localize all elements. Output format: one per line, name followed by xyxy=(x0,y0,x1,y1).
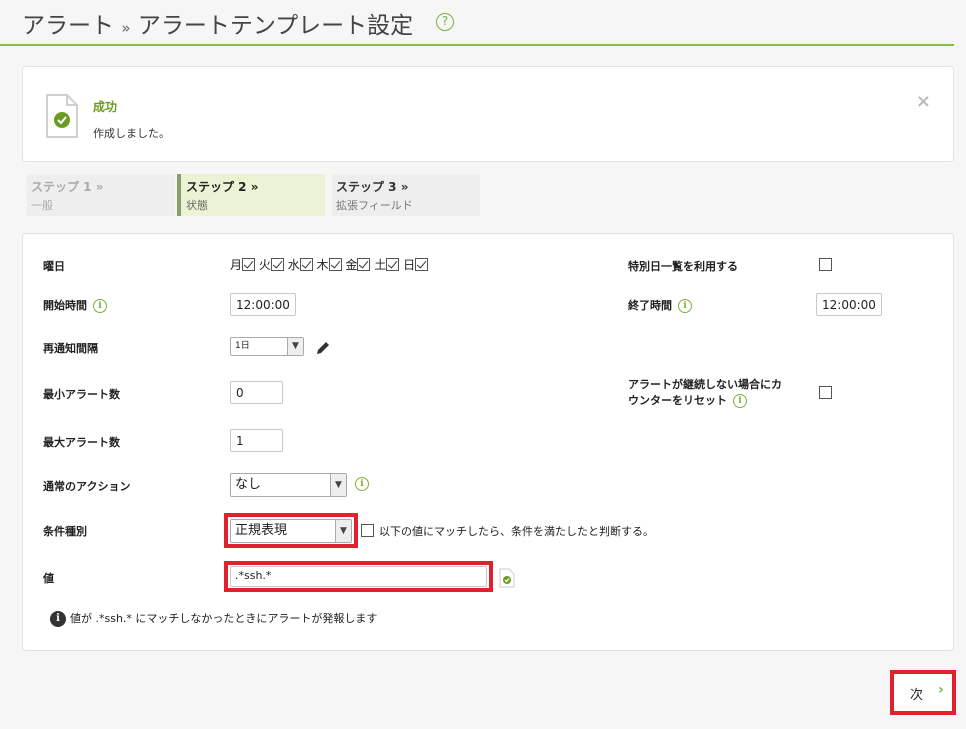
day-tue: 火 xyxy=(259,256,284,273)
success-message-box: 成功 作成しました。 × xyxy=(22,66,954,162)
info-icon[interactable]: i xyxy=(355,477,369,491)
day-tue-checkbox[interactable] xyxy=(270,258,284,271)
step-sub: 一般 xyxy=(31,199,53,212)
step-2[interactable]: ステップ 2 » 状態 xyxy=(177,174,325,216)
day-label: 木 xyxy=(316,258,329,272)
info-icon[interactable]: i xyxy=(733,394,747,408)
condition-form: 曜日 月 火 水 木 金 土 日 特別日一覧を利用する 開始時間 i 12:00:… xyxy=(22,233,954,651)
page-title: アラート » アラートテンプレート設定 xyxy=(22,6,413,40)
step-label: ステップ 3 » xyxy=(336,180,409,194)
chevron-down-icon: ▼ xyxy=(287,338,303,355)
step-sub: 状態 xyxy=(186,199,208,212)
info-circle-icon: i xyxy=(50,611,66,627)
day-thu: 木 xyxy=(317,256,342,273)
renotify-value: 1日 xyxy=(235,341,250,351)
success-message: 作成しました。 xyxy=(93,127,170,140)
reset-counter-line2: ウンターをリセット xyxy=(628,394,727,407)
pencil-icon[interactable] xyxy=(315,340,331,356)
note-text: 値が .*ssh.* にマッチしなかったときにアラートが発報します xyxy=(70,612,378,625)
day-label: 日 xyxy=(403,258,416,272)
value-highlight xyxy=(224,561,493,592)
day-label: 土 xyxy=(374,258,387,272)
condition-match-text: 以下の値にマッチしたら、条件を満たしたと判断する。 xyxy=(379,525,654,538)
end-time-label: 終了時間 i xyxy=(628,297,692,313)
min-alerts-input[interactable]: 0 xyxy=(230,381,283,404)
reset-counter-label: アラートが継続しない場合にカ ウンターをリセット i xyxy=(628,377,782,409)
day-label: 金 xyxy=(345,258,358,272)
breadcrumb-separator: » xyxy=(121,19,131,37)
step-1[interactable]: ステップ 1 » 一般 xyxy=(27,174,175,216)
renotify-label: 再通知間隔 xyxy=(43,342,98,355)
day-thu-checkbox[interactable] xyxy=(328,258,342,271)
day-sun-checkbox[interactable] xyxy=(415,258,429,271)
day-wed: 水 xyxy=(288,256,313,273)
reset-counter-checkbox[interactable] xyxy=(819,386,832,399)
step-label: ステップ 2 » xyxy=(186,180,259,194)
chevron-right-icon: › xyxy=(938,682,944,698)
validation-ok-icon xyxy=(499,568,515,588)
day-label: 水 xyxy=(287,258,300,272)
day-mon-checkbox[interactable] xyxy=(242,258,256,271)
day-wed-checkbox[interactable] xyxy=(299,258,313,271)
info-icon[interactable]: i xyxy=(93,299,107,313)
page-header: アラート » アラートテンプレート設定 ? xyxy=(0,0,954,46)
step-sub: 拡張フィールド xyxy=(336,199,413,212)
weekday-label: 曜日 xyxy=(43,260,65,273)
normal-action-value: なし xyxy=(235,477,262,492)
max-alerts-input[interactable]: 1 xyxy=(230,429,283,452)
info-icon[interactable]: i xyxy=(678,299,692,313)
breadcrumb-alert[interactable]: アラート xyxy=(22,13,114,39)
end-time-input[interactable]: 12:00:00 xyxy=(816,293,882,316)
chevron-down-icon: ▼ xyxy=(330,474,346,496)
success-document-icon xyxy=(46,94,78,138)
condition-type-label: 条件種別 xyxy=(43,525,87,538)
condition-note: i 値が .*ssh.* にマッチしなかったときにアラートが発報します xyxy=(50,610,377,627)
special-days-label: 特別日一覧を利用する xyxy=(628,260,738,273)
help-icon[interactable]: ? xyxy=(436,13,454,31)
weekday-checkboxes: 月 火 水 木 金 土 日 xyxy=(230,256,429,273)
condition-type-highlight xyxy=(224,513,358,548)
value-label: 値 xyxy=(43,572,54,585)
day-label: 月 xyxy=(230,258,243,272)
max-alerts-label: 最大アラート数 xyxy=(43,436,120,449)
close-icon[interactable]: × xyxy=(916,91,931,112)
start-time-label: 開始時間 i xyxy=(43,297,107,313)
start-time-input[interactable]: 12:00:00 xyxy=(230,293,296,316)
normal-action-label: 通常のアクション xyxy=(43,480,131,493)
day-sat-checkbox[interactable] xyxy=(386,258,400,271)
breadcrumb-current: アラートテンプレート設定 xyxy=(137,13,414,39)
condition-match-checkbox[interactable] xyxy=(361,524,374,537)
step-label: ステップ 1 » xyxy=(31,180,104,194)
next-button[interactable]: 次 › xyxy=(890,670,956,715)
next-button-label: 次 xyxy=(910,688,924,703)
normal-action-select[interactable]: なし ▼ xyxy=(230,473,347,497)
day-sun: 日 xyxy=(403,256,429,273)
min-alerts-label: 最小アラート数 xyxy=(43,388,120,401)
step-3[interactable]: ステップ 3 » 拡張フィールド xyxy=(332,174,480,216)
end-time-text: 終了時間 xyxy=(628,299,672,312)
day-fri-checkbox[interactable] xyxy=(357,258,371,271)
special-days-checkbox[interactable] xyxy=(819,258,832,271)
day-mon: 月 xyxy=(230,256,256,273)
start-time-text: 開始時間 xyxy=(43,299,87,312)
success-title: 成功 xyxy=(93,100,118,114)
day-label: 火 xyxy=(258,258,271,272)
day-sat: 土 xyxy=(374,256,400,273)
day-fri: 金 xyxy=(345,256,371,273)
reset-counter-line1: アラートが継続しない場合にカ xyxy=(628,378,782,391)
renotify-select[interactable]: 1日 ▼ xyxy=(230,337,304,356)
